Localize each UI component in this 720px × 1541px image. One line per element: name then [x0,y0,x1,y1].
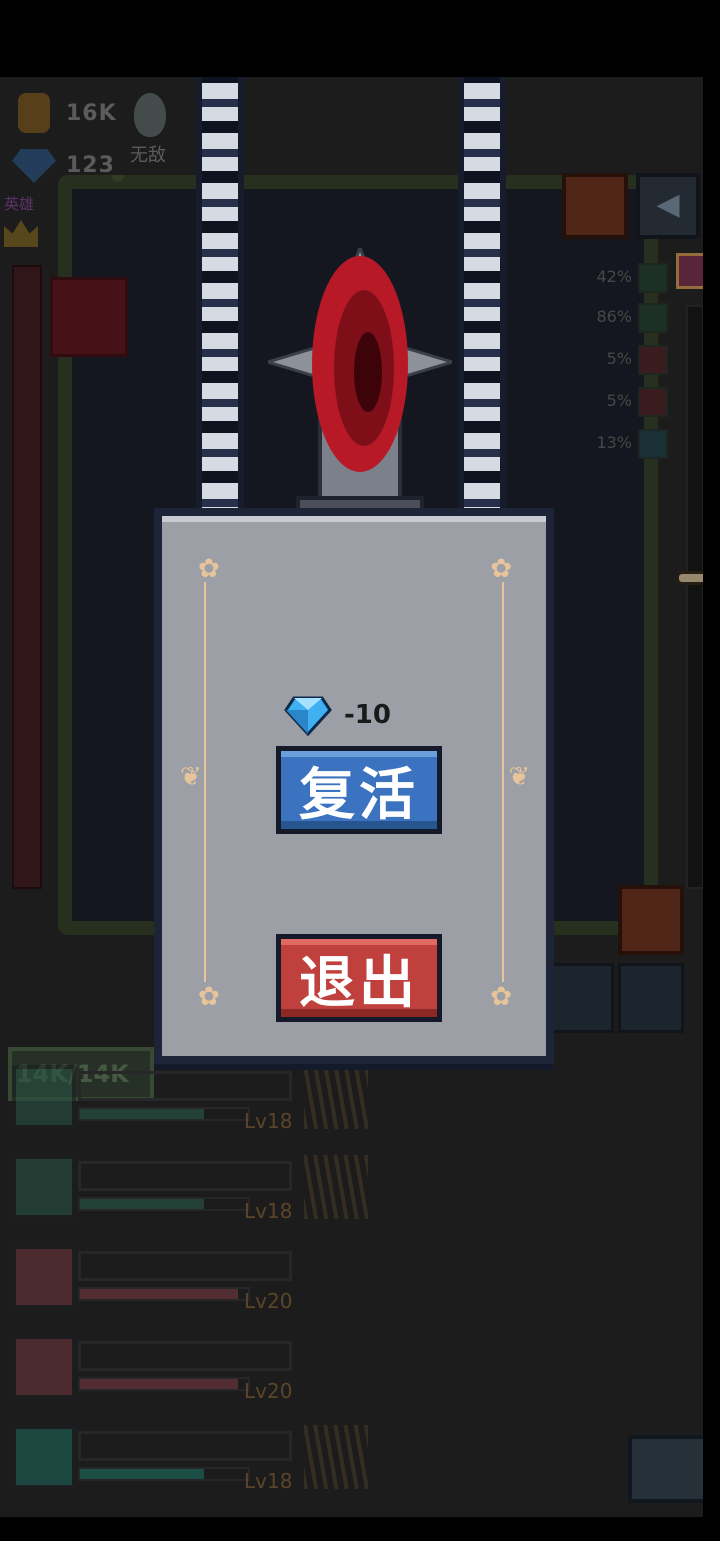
side-item-icon[interactable] [638,345,668,375]
revive-button[interactable]: 复活 [276,746,442,834]
hero-skill-slot[interactable] [50,277,128,357]
equipment-weapon-icon[interactable] [12,1335,76,1399]
weapon-slot-axe[interactable] [618,963,684,1033]
equipment-progress-fill [80,1109,205,1119]
egg-icon [134,93,166,137]
weapon-slot-mace[interactable] [548,963,614,1033]
ornament-top-left: ✿ [198,554,220,584]
ornament-bottom-right: ✿ [490,982,512,1012]
revive-button-label: 复活 [299,762,419,828]
side-percentage: 13% [596,433,632,452]
equipment-weapon-icon[interactable] [12,1065,76,1129]
equipment-level: Lv20 [244,1289,293,1313]
revive-cost: -10 [344,700,391,730]
equipment-progress [78,1467,250,1481]
equipment-level: Lv18 [244,1109,293,1133]
hero-label: 英雄 [4,195,35,213]
equipment-bar [78,1341,292,1371]
side-item-icon[interactable] [638,303,668,333]
ornament-mid-right: ❦ [508,762,530,792]
equipment-row[interactable]: Lv18 [12,1065,372,1135]
equipment-weapon-icon[interactable] [12,1425,76,1489]
side-percentage: 86% [596,307,632,326]
side-percentage: 5% [606,349,632,368]
equipment-bar [78,1431,292,1461]
hero-health-bar [12,265,42,889]
equipment-row[interactable]: Lv20 [12,1245,372,1315]
equipment-progress-fill [80,1199,205,1209]
equipment-progress-fill [80,1469,205,1479]
equipment-progress [78,1377,250,1391]
shop-banner-icon[interactable] [676,253,703,289]
portal-icon [268,248,452,522]
equipment-effect-thumbnail [304,1425,368,1489]
ornament-top-right: ✿ [490,554,512,584]
equipment-weapon-icon[interactable] [12,1245,76,1309]
exit-button-label: 退出 [299,950,419,1016]
lifebuoy-button[interactable] [618,885,684,955]
side-item-icon[interactable] [638,387,668,417]
gold-coin-icon [18,93,50,133]
equipment-weapon-icon[interactable] [12,1155,76,1219]
sound-toggle-button[interactable]: ◀ [636,173,700,239]
equipment-progress [78,1287,250,1301]
equipment-effect-thumbnail [304,1065,368,1129]
zoom-slider-track[interactable] [686,305,703,889]
right-chain [458,77,506,533]
crown-icon [4,220,38,247]
map-scroll-button[interactable] [562,173,628,239]
gem-icon [12,149,56,183]
diamond-icon [284,696,332,736]
side-item-icon[interactable] [638,429,668,459]
equipment-progress [78,1107,250,1121]
invincible-label: 无敌 [130,145,166,166]
side-percentage: 5% [606,391,632,410]
equipment-row[interactable]: Lv20 [12,1335,372,1405]
left-chain [196,77,244,533]
equipment-progress-fill [80,1289,238,1299]
treasure-chest-button[interactable] [628,1435,703,1503]
equipment-row[interactable]: Lv18 [12,1425,372,1495]
equipment-bar [78,1251,292,1281]
equipment-bar [78,1161,292,1191]
gold-value: 16K [66,101,117,126]
exit-button[interactable]: 退出 [276,934,442,1022]
ornament-bottom-left: ✿ [198,982,220,1012]
equipment-effect-thumbnail [304,1155,368,1219]
equipment-row[interactable]: Lv18 [12,1155,372,1225]
equipment-level: Lv18 [244,1199,293,1223]
zoom-slider-handle[interactable] [676,571,703,585]
ornament-mid-left: ❦ [180,762,202,792]
equipment-progress-fill [80,1379,238,1389]
side-item-icon[interactable] [638,263,668,293]
side-percentage: 42% [596,267,632,286]
equipment-bar [78,1071,292,1101]
equipment-level: Lv18 [244,1469,293,1493]
equipment-level: Lv20 [244,1379,293,1403]
equipment-progress [78,1197,250,1211]
